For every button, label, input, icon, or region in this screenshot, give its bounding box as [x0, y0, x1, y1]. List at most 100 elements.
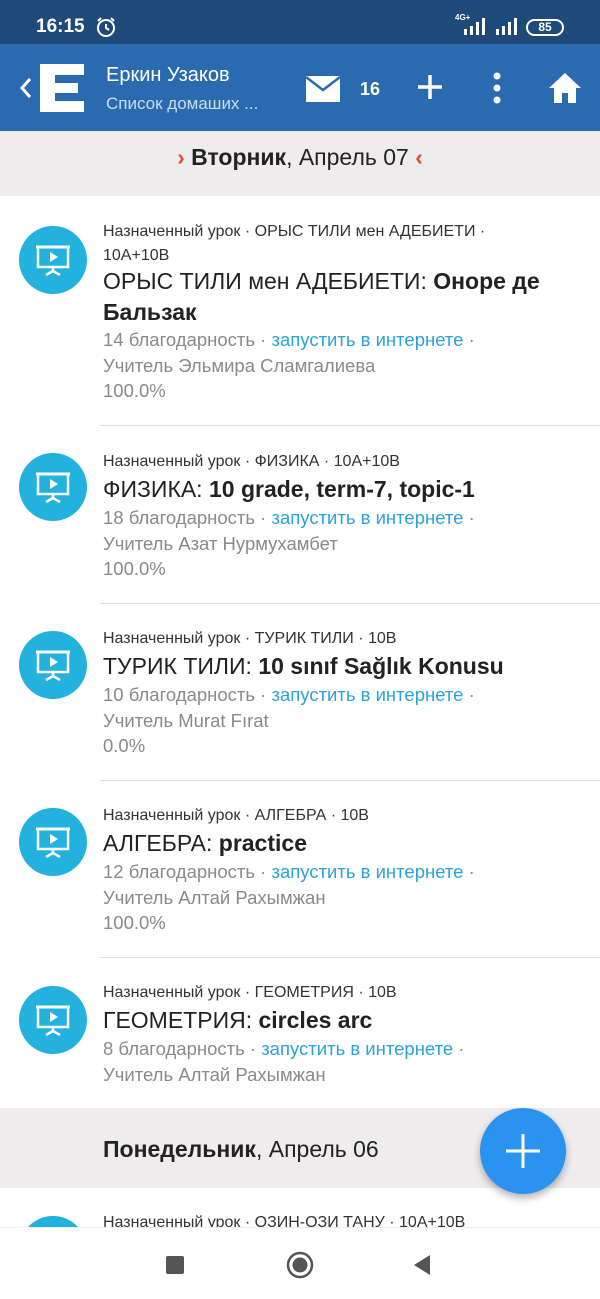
prev-day-arrow[interactable]: ›: [177, 144, 185, 170]
item-topic: 10 sınıf Sağlık Konusu: [258, 653, 504, 679]
thanks-count: 12 благодарность: [103, 861, 256, 882]
presentation-icon-circle: [19, 631, 87, 699]
item-meta: Назначенный урок · АЛГЕБРА · 10В: [103, 807, 369, 824]
item-meta: Назначенный урок · ГЕОМЕТРИЯ · 10В: [103, 984, 397, 1001]
item-subject: ОРЫС ТИЛИ мен АДЕБИЕТИ:: [103, 268, 434, 294]
mail-icon[interactable]: [306, 76, 340, 102]
separator: ·: [255, 507, 272, 528]
list-item-geometry[interactable]: Назначенный урок · ГЕОМЕТРИЯ · 10В ГЕОМЕ…: [0, 958, 600, 1108]
presentation-icon-circle: [19, 453, 87, 521]
status-time: 16:15: [36, 16, 85, 37]
item-thanks: 8 благодарность · запустить в интернете …: [103, 1038, 464, 1060]
system-nav-bar: [0, 1227, 600, 1299]
item-meta: Назначенный урок · ОРЫС ТИЛИ мен АДЕБИЕТ…: [103, 223, 486, 240]
user-name: Еркин Узаков: [106, 64, 230, 86]
separator: ·: [463, 684, 475, 705]
next-day-arrow[interactable]: ‹: [415, 144, 423, 170]
presentation-icon-circle: [19, 808, 87, 876]
presentation-icon: [36, 650, 70, 681]
mail-count[interactable]: 16: [360, 79, 380, 100]
day-date: , Апрель 06: [255, 1136, 379, 1162]
item-meta: Назначенный урок · ФИЗИКА · 10А+10В: [103, 453, 400, 470]
separator: ·: [463, 329, 475, 350]
item-topic: circles arc: [258, 1007, 373, 1033]
day-name: Понедельник: [103, 1136, 256, 1162]
home-icon[interactable]: [548, 72, 582, 104]
alarm-icon: [97, 17, 115, 37]
more-vert-icon[interactable]: [491, 72, 503, 104]
list-item-algebra[interactable]: Назначенный урок · АЛГЕБРА · 10В АЛГЕБРА…: [0, 781, 600, 958]
add-icon: [506, 1134, 540, 1168]
back-nav-button[interactable]: [412, 1254, 432, 1276]
item-subject: ТУРИК ТИЛИ:: [103, 653, 259, 679]
list-item-self-knowledge[interactable]: Назначенный урок · ОЗИН-ОЗИ ТАНУ · 10А+1…: [0, 1188, 600, 1227]
presentation-icon: [36, 472, 70, 503]
separator: ·: [255, 684, 272, 705]
app-bar: Еркин Узаков Список домаших ... 16: [0, 44, 600, 131]
presentation-icon: [36, 1005, 70, 1036]
item-thanks: 10 благодарность · запустить в интернете…: [103, 684, 475, 706]
presentation-icon-circle: [19, 1216, 87, 1227]
item-subject: ГЕОМЕТРИЯ:: [103, 1007, 259, 1033]
separator: ·: [453, 1038, 465, 1059]
thanks-count: 10 благодарность: [103, 684, 256, 705]
recents-button[interactable]: [166, 1256, 184, 1274]
item-meta: Назначенный урок · ТУРИК ТИЛИ · 10В: [103, 630, 397, 647]
presentation-icon-circle: [19, 226, 87, 294]
item-subject: ФИЗИКА:: [103, 476, 209, 502]
item-teacher: Учитель Эльмира Сламгалиева: [103, 355, 376, 376]
launch-online-link[interactable]: запустить в интернете: [261, 1038, 453, 1059]
item-title: ОРЫС ТИЛИ мен АДЕБИЕТИ: Оноре де Бальзак: [103, 266, 593, 328]
battery-icon: 85: [526, 19, 564, 36]
day-date: , Апрель 07: [286, 144, 409, 170]
item-subject: АЛГЕБРА:: [103, 830, 219, 856]
item-progress: 100.0%: [103, 912, 166, 933]
home-nav-button[interactable]: [286, 1251, 314, 1279]
item-meta-classes: 10А+10В: [103, 247, 170, 264]
page-subtitle: Список домаших ...: [106, 94, 259, 113]
item-teacher: Учитель Алтай Рахымжан: [103, 1064, 326, 1085]
item-teacher: Учитель Murat Fırat: [103, 710, 269, 731]
item-topic: practice: [218, 830, 307, 856]
separator: ·: [255, 329, 272, 350]
item-progress: 100.0%: [103, 380, 166, 401]
presentation-icon: [36, 245, 70, 276]
presentation-icon-circle: [19, 986, 87, 1054]
launch-online-link[interactable]: запустить в интернете: [271, 684, 463, 705]
separator: ·: [244, 1038, 262, 1059]
launch-online-link[interactable]: запустить в интернете: [271, 507, 463, 528]
item-teacher: Учитель Азат Нурмухамбет: [103, 533, 338, 554]
item-thanks: 18 благодарность · запустить в интернете…: [103, 507, 475, 529]
signal-icon-2: [496, 18, 517, 35]
launch-online-link[interactable]: запустить в интернете: [271, 861, 463, 882]
separator: ·: [463, 861, 475, 882]
item-topic: 10 grade, term-7, topic-1: [208, 476, 475, 502]
list-item-physics[interactable]: Назначенный урок · ФИЗИКА · 10А+10В ФИЗИ…: [0, 426, 600, 603]
item-title: ТУРИК ТИЛИ: 10 sınıf Sağlık Konusu: [103, 651, 593, 682]
day-name: Вторник: [191, 144, 287, 170]
app-logo-icon: [40, 64, 84, 112]
separator: ·: [463, 507, 475, 528]
item-thanks: 12 благодарность · запустить в интернете…: [103, 861, 475, 883]
item-progress: 100.0%: [103, 558, 166, 579]
thanks-count: 8 благодарность: [103, 1038, 245, 1059]
separator: ·: [255, 861, 272, 882]
screen: 16:15 4G+ 85 Еркин Узаков Список домаших…: [0, 0, 600, 1299]
plus-icon[interactable]: [417, 74, 443, 100]
signal-icon: [464, 18, 485, 35]
item-progress: 0.0%: [103, 735, 146, 756]
item-title: ГЕОМЕТРИЯ: circles arc: [103, 1005, 593, 1036]
item-title: ФИЗИКА: 10 grade, term-7, topic-1: [103, 474, 593, 505]
item-teacher: Учитель Алтай Рахымжан: [103, 887, 326, 908]
list-item-turkish[interactable]: Назначенный урок · ТУРИК ТИЛИ · 10В ТУРИ…: [0, 604, 600, 781]
thanks-count: 14 благодарность: [103, 329, 256, 350]
item-title: АЛГЕБРА: practice: [103, 828, 593, 859]
launch-online-link[interactable]: запустить в интернете: [271, 329, 463, 350]
item-meta: Назначенный урок · ОЗИН-ОЗИ ТАНУ · 10А+1…: [103, 1214, 466, 1227]
add-fab-button[interactable]: [480, 1108, 566, 1194]
status-bar: 16:15 4G+ 85: [0, 0, 600, 44]
date-header-tuesday: › Вторник, Апрель 07 ‹: [0, 131, 600, 196]
back-chevron-icon[interactable]: [18, 76, 34, 100]
list-item-russian[interactable]: Назначенный урок · ОРЫС ТИЛИ мен АДЕБИЕТ…: [0, 196, 600, 426]
presentation-icon: [36, 827, 70, 858]
